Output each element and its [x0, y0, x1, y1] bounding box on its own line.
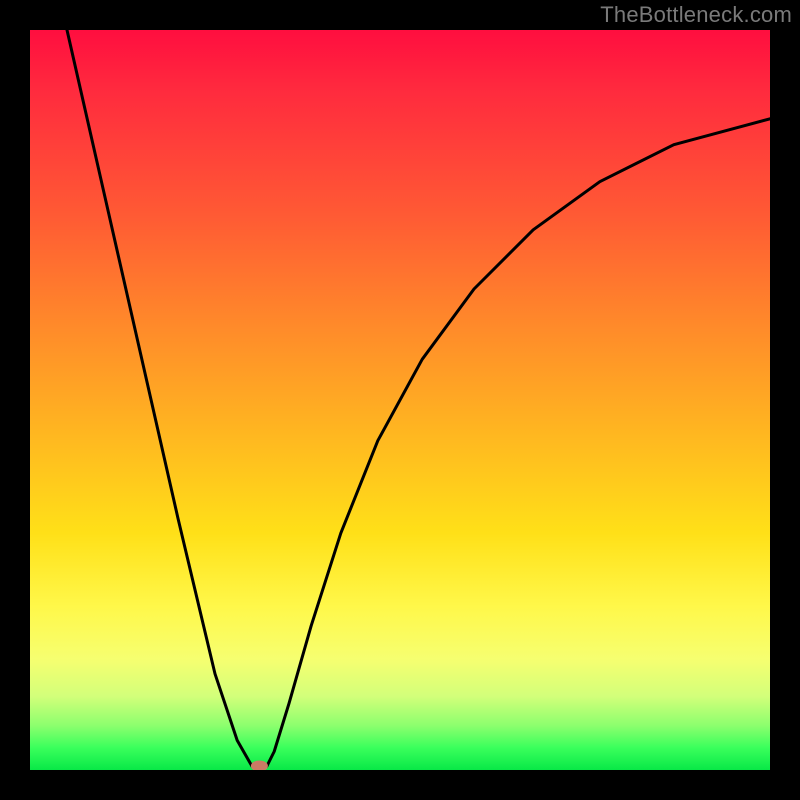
watermark-text: TheBottleneck.com [600, 2, 792, 28]
plot-area [30, 30, 770, 770]
chart-frame: TheBottleneck.com [0, 0, 800, 800]
curve-path [67, 30, 770, 770]
bottleneck-curve [30, 30, 770, 770]
minimum-marker [251, 761, 267, 770]
